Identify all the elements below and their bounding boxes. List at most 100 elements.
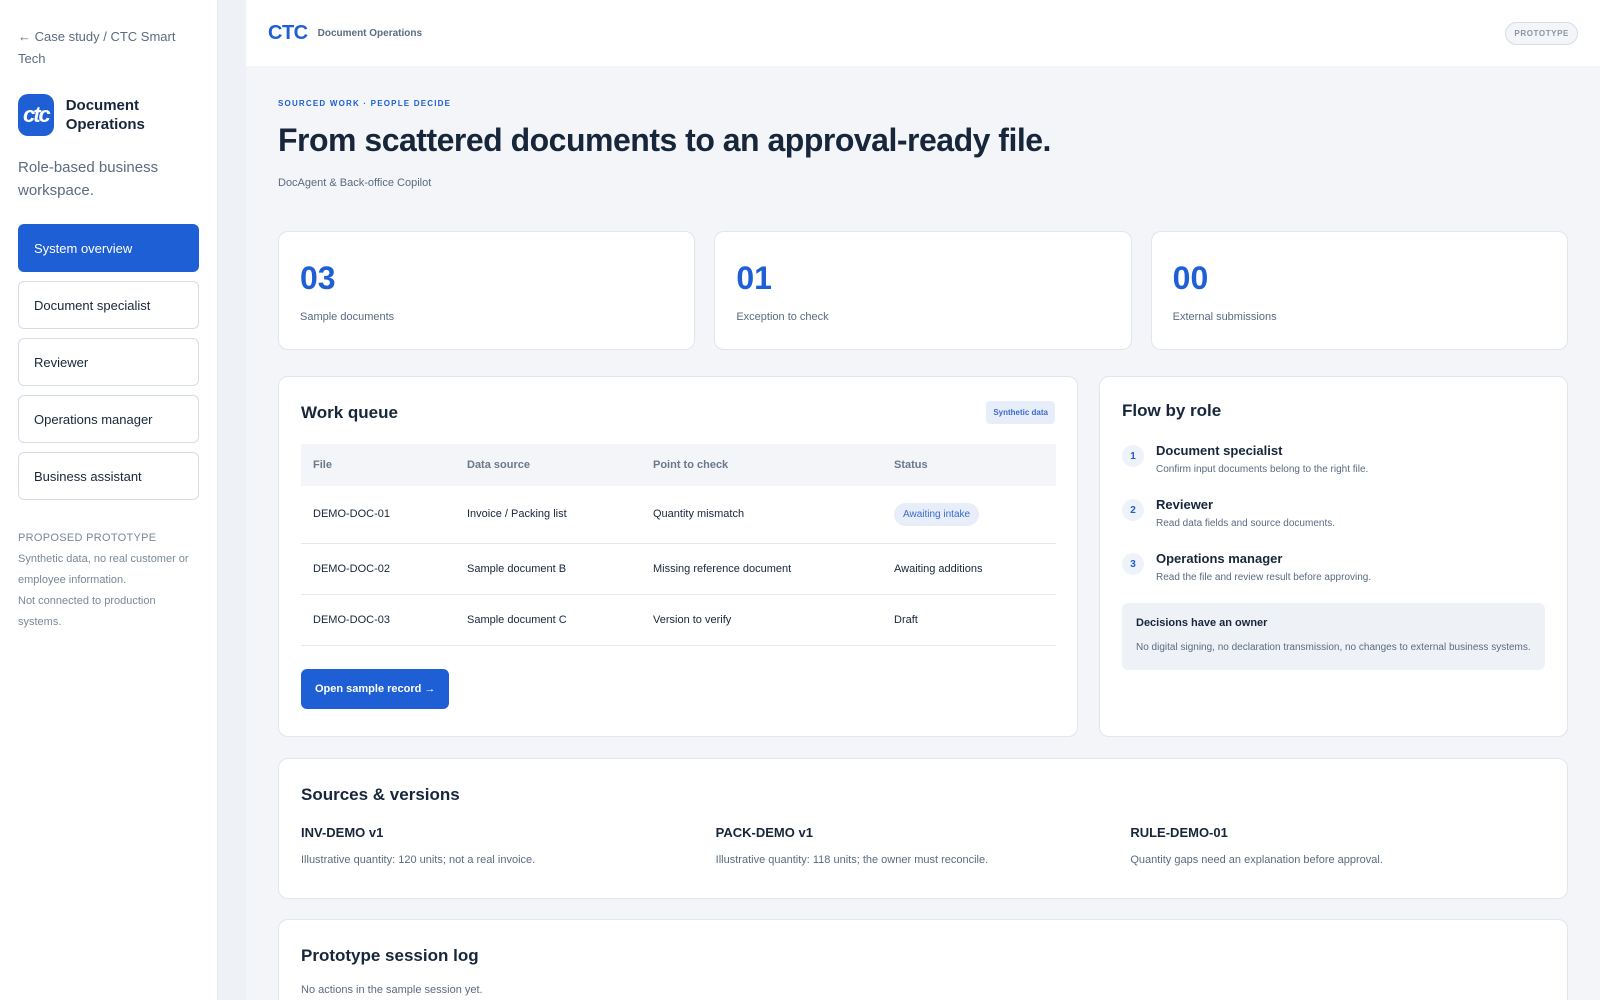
note-title: PROPOSED PROTOTYPE — [18, 532, 157, 544]
nav-item-business-assistant[interactable]: Business assistant — [18, 452, 199, 500]
stat-label: Exception to check — [736, 311, 829, 323]
step-title: Document specialist — [1156, 443, 1283, 458]
stat-label: Sample documents — [300, 311, 395, 323]
stat-card: 03 Sample documents — [278, 231, 696, 350]
cell-status: Draft — [882, 594, 1056, 646]
stat-card: 00 External submissions — [1150, 231, 1568, 350]
decision-title: Decisions have an owner — [1136, 617, 1268, 629]
open-sample-record-button[interactable]: Open sample record → — [301, 668, 450, 709]
step-body: Operations manager Read the file and rev… — [1156, 551, 1371, 583]
flow-step: 2 Reviewer Read data fields and source d… — [1122, 497, 1545, 529]
work-queue-title: Work queue — [301, 402, 398, 422]
cell-source: Invoice / Packing list — [455, 486, 641, 544]
decision-callout: Decisions have an owner No digital signi… — [1122, 603, 1545, 670]
page-title: From scattered documents to an approval-… — [278, 122, 1051, 158]
cell-source: Sample document B — [455, 543, 641, 595]
nav-item-system-overview[interactable]: System overview — [18, 224, 199, 272]
cell-status: Awaiting additions — [882, 543, 1056, 595]
stat-value: 00 — [1172, 260, 1209, 296]
back-link[interactable]: ← Case study / CTC Smart Tech — [18, 26, 199, 70]
cell-file: DEMO-DOC-01 — [301, 486, 455, 544]
source-title: PACK-DEMO v1 — [715, 825, 813, 840]
stat-label: External submissions — [1172, 311, 1277, 323]
sources-versions-card: Sources & versions INV-DEMO v1 Illustrat… — [278, 758, 1568, 899]
step-description: Confirm input documents belong to the ri… — [1156, 464, 1369, 475]
stats-row: 03 Sample documents 01 Exception to chec… — [278, 231, 1568, 350]
session-log-card: Prototype session log No actions in the … — [278, 919, 1568, 1000]
sidebar-nav: System overview Document specialist Revi… — [18, 224, 199, 500]
step-number: 3 — [1122, 553, 1144, 575]
table-row[interactable]: DEMO-DOC-01 Invoice / Packing list Quant… — [301, 486, 1056, 544]
column-header-point-to-check: Point to check — [653, 459, 729, 471]
source-description: Quantity gaps need an explanation before… — [1130, 854, 1383, 866]
source-title: INV-DEMO v1 — [301, 825, 384, 840]
source-item: RULE-DEMO-01 Quantity gaps need an expla… — [1130, 825, 1545, 866]
note-line: Not connected to production systems. — [18, 595, 156, 628]
eyebrow: SOURCED WORK · PEOPLE DECIDE — [278, 99, 452, 108]
sources-title: Sources & versions — [301, 785, 460, 804]
nav-item-document-specialist[interactable]: Document specialist — [18, 281, 199, 329]
step-description: Read data fields and source documents. — [1156, 518, 1335, 529]
decision-text: No digital signing, no declaration trans… — [1136, 642, 1531, 653]
cell-point: Version to verify — [641, 594, 882, 646]
top-title: Document Operations — [317, 27, 423, 39]
step-title: Operations manager — [1156, 551, 1283, 566]
cell-point: Missing reference document — [641, 543, 882, 595]
brand-logo: ctc — [18, 94, 54, 136]
work-queue-table: File Data source Point to check Status D… — [301, 444, 1056, 646]
top-logo: CTC — [268, 21, 308, 44]
step-description: Read the file and review result before a… — [1156, 572, 1372, 583]
nav-item-label: Document specialist — [34, 297, 151, 313]
flow-step: 3 Operations manager Read the file and r… — [1122, 551, 1545, 583]
work-queue-card: Work queue Synthetic data File Data sour… — [278, 376, 1078, 737]
source-item: PACK-DEMO v1 Illustrative quantity: 118 … — [716, 825, 1131, 866]
queue-and-flow: Work queue Synthetic data File Data sour… — [278, 376, 1568, 737]
sidebar-gutter — [218, 0, 246, 1000]
brand-subtitle: Role-based business workspace. — [18, 159, 159, 199]
column-header-data-source: Data source — [467, 459, 530, 471]
stat-card: 01 Exception to check — [714, 231, 1132, 350]
page-subtitle: DocAgent & Back-office Copilot — [278, 177, 432, 189]
stat-value: 03 — [300, 260, 336, 296]
stat-value: 01 — [736, 260, 772, 296]
step-number: 1 — [1122, 445, 1144, 467]
nav-item-operations-manager[interactable]: Operations manager — [18, 395, 199, 443]
column-header-status: Status — [894, 459, 928, 471]
prototype-badge: PROTOTYPE — [1505, 21, 1578, 45]
status-badge: Awaiting intake — [894, 502, 980, 526]
cell-file: DEMO-DOC-02 — [301, 543, 455, 595]
flow-step: 1 Document specialist Confirm input docu… — [1122, 443, 1545, 475]
cell-point: Quantity mismatch — [641, 486, 882, 544]
flow-by-role-card: Flow by role 1 Document specialist Confi… — [1099, 376, 1568, 737]
cell-status: Awaiting intake — [882, 486, 1056, 544]
session-log-title: Prototype session log — [301, 946, 479, 965]
nav-item-label: Operations manager — [34, 411, 153, 427]
sources-grid: INV-DEMO v1 Illustrative quantity: 120 u… — [301, 825, 1545, 866]
nav-item-reviewer[interactable]: Reviewer — [18, 338, 199, 386]
table-header-row: File Data source Point to check Status — [301, 444, 1056, 486]
sidebar: ← Case study / CTC Smart Tech ctc Docume… — [0, 0, 218, 1000]
flow-title: Flow by role — [1122, 401, 1222, 420]
nav-item-label: Business assistant — [34, 468, 142, 484]
cell-source: Sample document C — [455, 594, 641, 646]
nav-item-label: Reviewer — [34, 354, 89, 370]
synthetic-data-badge: Synthetic data — [986, 401, 1055, 424]
step-number: 2 — [1122, 499, 1144, 521]
note-line: Synthetic data, no real customer or empl… — [18, 553, 189, 586]
nav-item-label: System overview — [34, 240, 133, 256]
table-row[interactable]: DEMO-DOC-03 Sample document C Version to… — [301, 594, 1056, 646]
source-description: Illustrative quantity: 118 units; the ow… — [715, 854, 989, 866]
step-body: Reviewer Read data fields and source doc… — [1156, 497, 1335, 529]
table-row[interactable]: DEMO-DOC-02 Sample document B Missing re… — [301, 543, 1056, 595]
source-title: RULE-DEMO-01 — [1130, 825, 1228, 840]
brand-name: Document Operations — [65, 97, 145, 133]
column-header-file: File — [313, 459, 332, 471]
cell-file: DEMO-DOC-03 — [301, 594, 455, 646]
step-title: Reviewer — [1156, 497, 1214, 512]
card-header: Work queue Synthetic data — [301, 401, 1055, 424]
source-description: Illustrative quantity: 120 units; not a … — [301, 854, 536, 866]
brand: ctc Document Operations — [18, 94, 199, 136]
main-content: SOURCED WORK · PEOPLE DECIDE From scatte… — [278, 66, 1568, 1000]
source-item: INV-DEMO v1 Illustrative quantity: 120 u… — [301, 825, 716, 866]
session-log-description: No actions in the sample session yet. — [301, 984, 483, 996]
